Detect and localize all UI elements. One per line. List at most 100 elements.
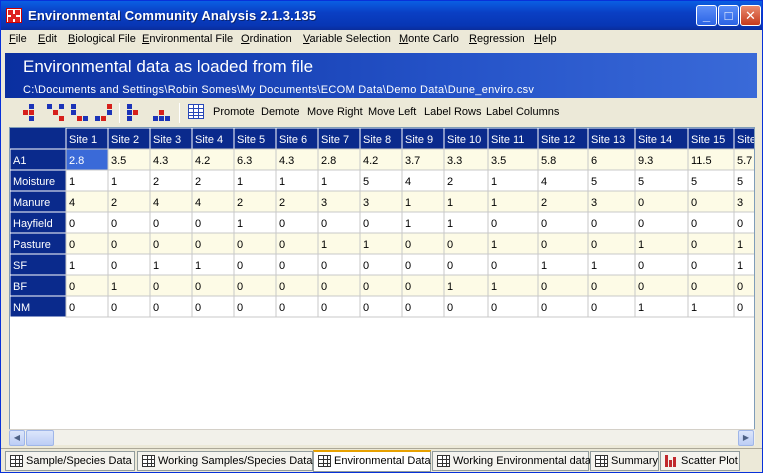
menu-regression[interactable]: Regression bbox=[469, 33, 525, 45]
cell-value: 0 bbox=[69, 239, 75, 251]
cell-value: 4.2 bbox=[363, 155, 378, 167]
table-icon bbox=[437, 455, 450, 467]
cell-value: 1 bbox=[491, 239, 497, 251]
label-rows-button[interactable]: Label Rows bbox=[424, 106, 481, 118]
cell-value: 0 bbox=[363, 218, 369, 230]
cell-value: 1 bbox=[69, 176, 75, 188]
menu-edit[interactable]: Edit bbox=[38, 33, 57, 45]
scrollbar-thumb[interactable] bbox=[26, 430, 54, 446]
grid-icon[interactable] bbox=[188, 104, 206, 121]
file-path: C:\Documents and Settings\Robin Somes\My… bbox=[23, 84, 535, 96]
cell-value: 2 bbox=[111, 197, 117, 209]
move-left-button[interactable]: Move Left bbox=[368, 106, 416, 118]
cell-value: 4 bbox=[405, 176, 411, 188]
cell-value: 1 bbox=[321, 176, 327, 188]
cell-value: 0 bbox=[195, 302, 201, 314]
cell-value: 0 bbox=[591, 281, 597, 293]
cell-value: 6 bbox=[591, 155, 597, 167]
menu-help[interactable]: Help bbox=[534, 33, 557, 45]
toolbar-separator bbox=[179, 103, 180, 123]
cell-value: 0 bbox=[321, 302, 327, 314]
cell-value: 0 bbox=[363, 281, 369, 293]
tab-working-samples-species-data[interactable]: Working Samples/Species Data bbox=[137, 451, 313, 471]
move-right-button[interactable]: Move Right bbox=[307, 106, 363, 118]
cell-value: 0 bbox=[153, 302, 159, 314]
title-bar[interactable]: Environmental Community Analysis 2.1.3.1… bbox=[1, 1, 762, 30]
cell-value: 6.3 bbox=[237, 155, 252, 167]
cell-value: 0 bbox=[447, 239, 453, 251]
tab-sample-species-data[interactable]: Sample/Species Data bbox=[5, 451, 135, 471]
cell-value: 0 bbox=[691, 281, 697, 293]
row-header-label: Hayfield bbox=[13, 218, 53, 230]
minimize-button[interactable]: _ bbox=[696, 5, 717, 26]
cell-value: 0 bbox=[279, 239, 285, 251]
grid-canvas: Site 1 Site 2 Site 3 Site 4 Site 5 Site 6 Site… bbox=[10, 128, 755, 318]
cell-value: 1 bbox=[447, 197, 453, 209]
menu-ordination[interactable]: Ordination bbox=[241, 33, 292, 45]
cell-value: 2.8 bbox=[321, 155, 336, 167]
scroll-left-icon[interactable]: ◀ bbox=[9, 430, 25, 446]
cell-value: 5 bbox=[638, 176, 644, 188]
menu-biological-file[interactable]: Biological File bbox=[68, 33, 136, 45]
cell-value: 5.8 bbox=[541, 155, 556, 167]
environmental-data-grid[interactable]: Site 1 Site 2 Site 3 Site 4 Site 5 Site 6 Site… bbox=[9, 127, 755, 445]
promote-row-icon[interactable] bbox=[23, 104, 41, 121]
cell-value: 0 bbox=[363, 260, 369, 272]
cell-value: 0 bbox=[321, 218, 327, 230]
row-header-label: Manure bbox=[13, 197, 50, 209]
move-up-icon[interactable] bbox=[127, 104, 145, 121]
move-right-icon[interactable] bbox=[71, 104, 89, 121]
scroll-right-icon[interactable]: ▶ bbox=[738, 430, 754, 446]
menu-environmental-file[interactable]: Environmental File bbox=[142, 33, 233, 45]
cell-value: 1 bbox=[321, 239, 327, 251]
tab-label: Environmental Data bbox=[334, 455, 431, 467]
menu-monte-carlo[interactable]: Monte Carlo bbox=[399, 33, 459, 45]
demote-button[interactable]: Demote bbox=[261, 106, 300, 118]
cell-value: 2 bbox=[541, 197, 547, 209]
move-left-icon[interactable] bbox=[95, 104, 113, 121]
tab-environmental-data[interactable]: Environmental Data bbox=[313, 450, 431, 472]
tab-label: Scatter Plot bbox=[681, 455, 738, 467]
cell-value: 3 bbox=[363, 197, 369, 209]
cell-value: 0 bbox=[691, 260, 697, 272]
cell-value: 0 bbox=[195, 281, 201, 293]
cell-value: 0 bbox=[363, 302, 369, 314]
tab-scatter-plot[interactable]: Scatter Plot bbox=[660, 451, 740, 471]
horizontal-scrollbar[interactable]: ◀ ▶ bbox=[9, 429, 755, 446]
cell-value: 0 bbox=[321, 281, 327, 293]
cell-value: 2 bbox=[447, 176, 453, 188]
row-header-label: SF bbox=[13, 260, 27, 272]
move-down-icon[interactable] bbox=[153, 104, 171, 121]
column-header-label: Site 10 bbox=[447, 134, 481, 146]
column-header-label: Site 7 bbox=[321, 134, 349, 146]
row-header-label: A1 bbox=[13, 155, 26, 167]
menu-file[interactable]: File bbox=[9, 33, 27, 45]
cell-value: 4.2 bbox=[195, 155, 210, 167]
cell-value: 1 bbox=[363, 239, 369, 251]
promote-button[interactable]: Promote bbox=[213, 106, 255, 118]
cell-value: 0 bbox=[279, 281, 285, 293]
menu-variable-selection[interactable]: Variable Selection bbox=[303, 33, 391, 45]
column-header-label: Site 9 bbox=[405, 134, 433, 146]
cell-value: 1 bbox=[405, 218, 411, 230]
column-header-label: Site bbox=[737, 134, 755, 146]
cell-value: 0 bbox=[111, 260, 117, 272]
cell-value: 0 bbox=[237, 281, 243, 293]
cell-value: 0 bbox=[638, 218, 644, 230]
tab-summary[interactable]: Summary bbox=[590, 451, 659, 471]
cell-value: 1 bbox=[691, 302, 697, 314]
cell-value: 0 bbox=[691, 197, 697, 209]
maximize-button[interactable]: □ bbox=[718, 5, 739, 26]
cell-value: 11.5 bbox=[691, 155, 712, 167]
close-button[interactable]: ✕ bbox=[740, 5, 761, 26]
tab-working-environmental-data[interactable]: Working Environmental data bbox=[432, 451, 591, 471]
demote-row-icon[interactable] bbox=[47, 104, 65, 121]
menu-bar: File Edit Biological File Environmental … bbox=[1, 30, 762, 49]
cell-value: 0 bbox=[237, 239, 243, 251]
cell-value: 3.5 bbox=[111, 155, 126, 167]
label-columns-button[interactable]: Label Columns bbox=[486, 106, 559, 118]
table-icon bbox=[10, 455, 23, 467]
cell-value: 2 bbox=[237, 197, 243, 209]
cell-value: 5 bbox=[591, 176, 597, 188]
window-title: Environmental Community Analysis 2.1.3.1… bbox=[28, 8, 317, 23]
